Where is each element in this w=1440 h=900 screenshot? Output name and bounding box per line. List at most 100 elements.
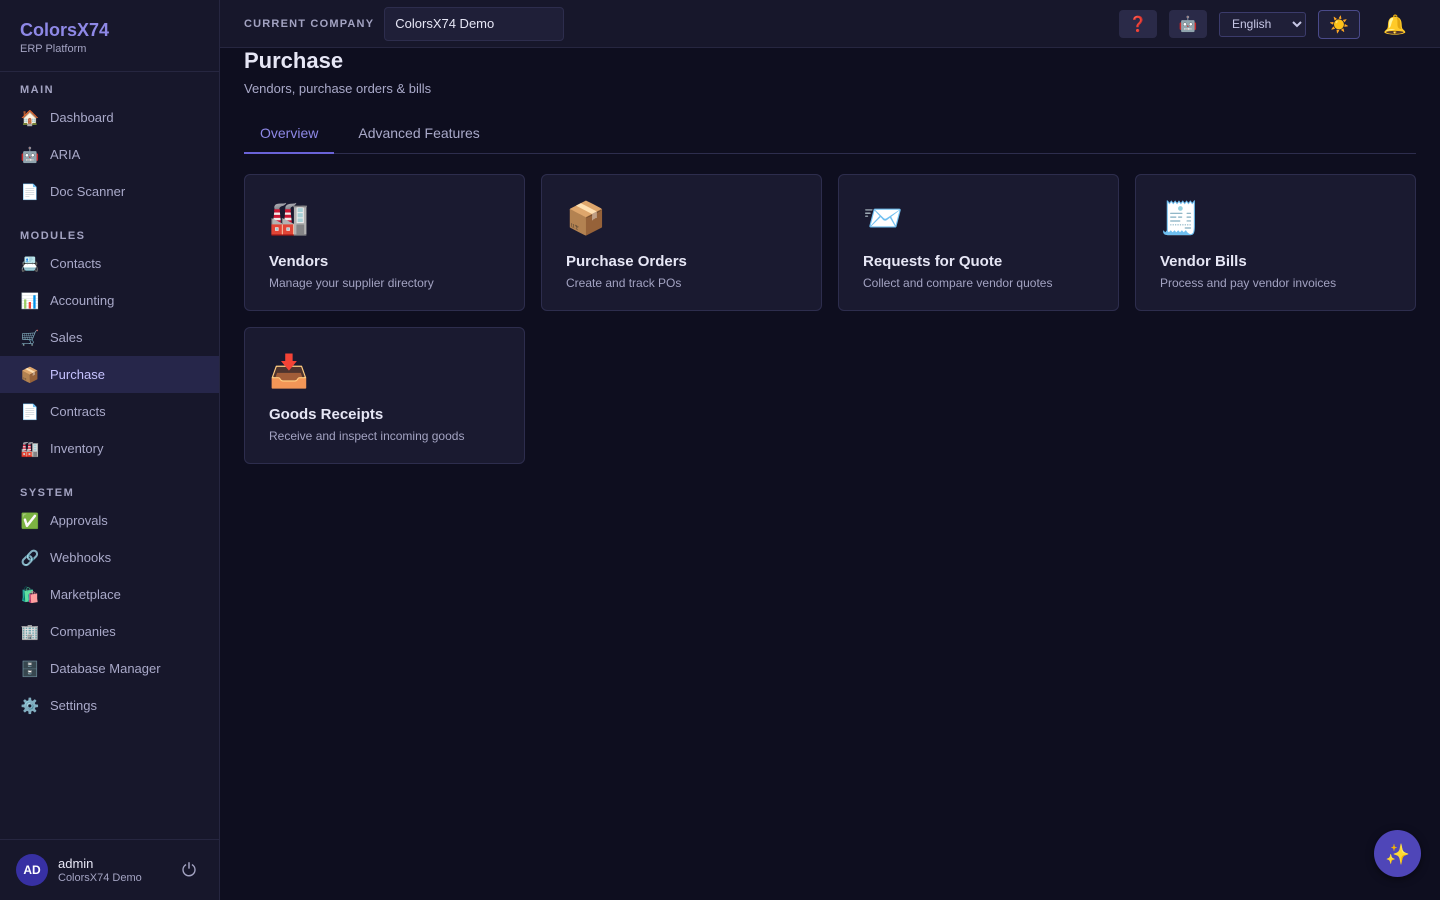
sidebar-item-accounting[interactable]: 📊 Accounting <box>0 282 219 319</box>
sidebar-item-doc-scanner[interactable]: 📄 Doc Scanner <box>0 173 219 210</box>
card-description: Process and pay vendor invoices <box>1160 276 1337 290</box>
help-button[interactable]: ❓ <box>1119 10 1157 38</box>
card-requests-for-quote[interactable]: 📨 Requests for Quote Collect and compare… <box>838 174 1119 311</box>
current-company-label: CURRENT COMPANY <box>244 17 375 30</box>
current-company-input[interactable] <box>384 6 565 41</box>
user-name: admin <box>58 856 94 871</box>
package-icon: 📦 <box>566 199 606 237</box>
sidebar-item-label: Purchase <box>50 367 105 382</box>
sidebar-item-label: Companies <box>50 624 116 639</box>
sidebar-item-sales[interactable]: 🛒 Sales <box>0 319 219 356</box>
sidebar-item-marketplace[interactable]: 🛍️ Marketplace <box>0 576 219 613</box>
sidebar-item-label: Contracts <box>50 404 106 419</box>
user-company: ColorsX74 Demo <box>58 872 142 884</box>
card-title: Vendors <box>269 253 329 270</box>
sidebar-item-label: Settings <box>50 698 97 713</box>
card-title: Requests for Quote <box>863 253 1003 270</box>
tab-overview[interactable]: Overview <box>244 120 335 154</box>
sidebar-item-aria[interactable]: 🤖 ARIA <box>0 136 219 173</box>
notifications-button[interactable]: 🔔 <box>1380 13 1410 36</box>
tab-bar: Overview Advanced Features <box>244 120 1416 154</box>
power-icon[interactable]: ⏻ <box>177 860 201 881</box>
section-title-modules: MODULES <box>20 230 86 242</box>
home-icon: 🏠 <box>20 108 40 127</box>
page-subtitle: Vendors, purchase orders & bills <box>244 81 432 96</box>
ai-assistant-fab[interactable]: ✨ <box>1374 830 1421 877</box>
sidebar-item-companies[interactable]: 🏢 Companies <box>0 613 219 650</box>
gear-icon: ⚙️ <box>20 696 40 715</box>
robot-icon: 🤖 <box>1178 15 1198 33</box>
shopping-cart-icon: 🛒 <box>20 328 40 347</box>
factory-icon: 🏭 <box>269 199 309 237</box>
sidebar-item-settings[interactable]: ⚙️ Settings <box>0 687 219 724</box>
page-title: Purchase <box>244 48 344 73</box>
card-description: Manage your supplier directory <box>269 276 434 290</box>
sidebar-item-database-manager[interactable]: 🗄️ Database Manager <box>0 650 219 687</box>
sidebar-section-main: MAIN 🏠 Dashboard 🤖 ARIA 📄 Doc Scanner <box>0 83 219 210</box>
brand: ColorsX74 ERP Platform <box>0 0 219 72</box>
language-select[interactable]: English <box>1219 11 1306 37</box>
sidebar-item-webhooks[interactable]: 🔗 Webhooks <box>0 539 219 576</box>
sidebar-item-label: Webhooks <box>50 550 112 565</box>
section-title-main: MAIN <box>20 84 55 96</box>
sidebar-item-label: Marketplace <box>50 587 121 602</box>
sidebar-item-label: Contacts <box>50 256 102 271</box>
theme-toggle-button[interactable]: ☀️ <box>1318 9 1360 39</box>
card-goods-receipts[interactable]: 📥 Goods Receipts Receive and inspect inc… <box>244 327 525 464</box>
card-vendors[interactable]: 🏭 Vendors Manage your supplier directory <box>244 174 525 311</box>
bar-chart-icon: 📊 <box>20 291 40 310</box>
sidebar-item-inventory[interactable]: 🏭 Inventory <box>0 430 219 467</box>
assistant-button[interactable]: 🤖 <box>1169 10 1207 38</box>
sidebar-section-system: SYSTEM ✅ Approvals 🔗 Webhooks 🛍️ Marketp… <box>0 486 219 724</box>
sidebar-item-purchase[interactable]: 📦 Purchase <box>0 356 219 393</box>
package-icon: 📦 <box>20 365 40 384</box>
sidebar-item-label: ARIA <box>50 147 81 162</box>
topbar: CURRENT COMPANY ❓ 🤖 English ☀️ 🔔 <box>220 0 1440 48</box>
card-purchase-orders[interactable]: 📦 Purchase Orders Create and track POs <box>541 174 822 311</box>
link-icon: 🔗 <box>20 548 40 567</box>
sidebar-item-label: Accounting <box>50 293 115 308</box>
brand-name: ColorsX74 <box>20 20 110 40</box>
office-building-icon: 🏢 <box>20 622 40 641</box>
sidebar-item-label: Database Manager <box>50 661 161 676</box>
sidebar-item-label: Dashboard <box>50 110 114 125</box>
sidebar-item-label: Doc Scanner <box>50 184 126 199</box>
sidebar: ColorsX74 ERP Platform MAIN 🏠 Dashboard … <box>0 0 220 900</box>
inbox-tray-icon: 📥 <box>269 352 309 390</box>
sun-icon: ☀️ <box>1329 14 1349 34</box>
card-description: Collect and compare vendor quotes <box>863 276 1053 290</box>
factory-icon: 🏭 <box>20 439 40 458</box>
sidebar-item-label: Sales <box>50 330 83 345</box>
sidebar-item-label: Approvals <box>50 513 108 528</box>
card-description: Create and track POs <box>566 276 682 290</box>
shopping-bags-icon: 🛍️ <box>20 585 40 604</box>
user-panel: AD admin ColorsX74 Demo ⏻ <box>0 839 219 900</box>
sidebar-section-modules: MODULES 📇 Contacts 📊 Accounting 🛒 Sales … <box>0 229 219 467</box>
sidebar-item-approvals[interactable]: ✅ Approvals <box>0 502 219 539</box>
tab-advanced-features[interactable]: Advanced Features <box>342 120 495 154</box>
section-title-system: SYSTEM <box>20 487 75 499</box>
card-description: Receive and inspect incoming goods <box>269 429 465 443</box>
sidebar-item-contracts[interactable]: 📄 Contracts <box>0 393 219 430</box>
user-info: admin ColorsX74 Demo <box>58 856 177 884</box>
document-icon: 📄 <box>20 182 40 201</box>
question-mark-icon: ❓ <box>1128 15 1148 33</box>
receipt-icon: 🧾 <box>1160 199 1200 237</box>
sparkles-icon: ✨ <box>1385 841 1410 866</box>
robot-icon: 🤖 <box>20 145 40 164</box>
file-cabinet-icon: 🗄️ <box>20 659 40 678</box>
card-title: Goods Receipts <box>269 406 384 423</box>
card-vendor-bills[interactable]: 🧾 Vendor Bills Process and pay vendor in… <box>1135 174 1416 311</box>
card-title: Purchase Orders <box>566 253 687 270</box>
bell-icon: 🔔 <box>1383 13 1407 36</box>
card-title: Vendor Bills <box>1160 253 1247 270</box>
module-cards: 🏭 Vendors Manage your supplier directory… <box>244 174 1416 464</box>
sidebar-item-contacts[interactable]: 📇 Contacts <box>0 245 219 282</box>
card-index-icon: 📇 <box>20 254 40 273</box>
avatar[interactable]: AD <box>16 854 48 886</box>
document-icon: 📄 <box>20 402 40 421</box>
main-content: Purchase Vendors, purchase orders & bill… <box>244 48 1416 464</box>
topbar-actions: ❓ 🤖 English ☀️ 🔔 <box>1119 0 1440 48</box>
sidebar-item-label: Inventory <box>50 441 104 456</box>
sidebar-item-dashboard[interactable]: 🏠 Dashboard <box>0 99 219 136</box>
